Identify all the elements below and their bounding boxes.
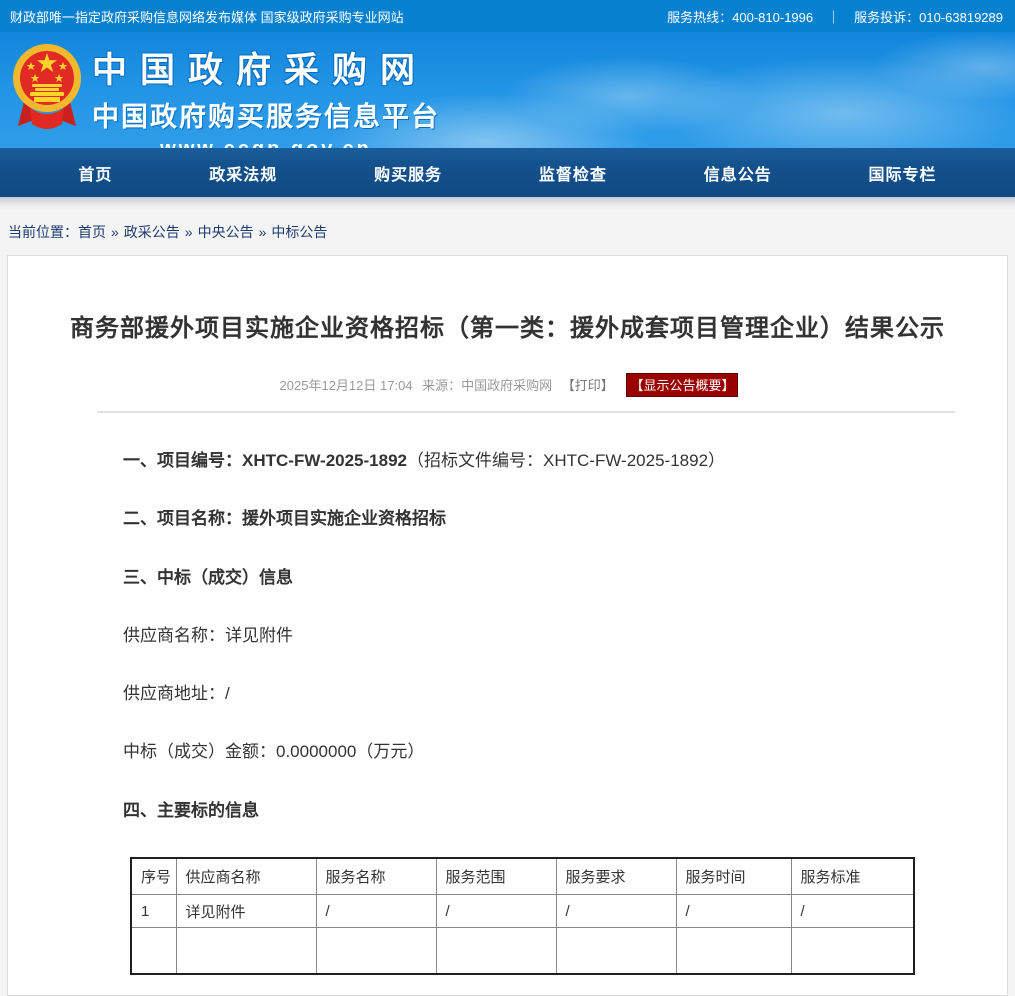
table-row: 1 详见附件 / / / / /	[131, 895, 914, 928]
cell-seq: 1	[131, 895, 176, 928]
col-header-service-name: 服务名称	[316, 858, 436, 895]
site-subtitle: 中国政府购买服务信息平台	[92, 95, 440, 134]
print-button[interactable]: 【打印】	[562, 378, 614, 393]
paragraph-supplier-address: 供应商地址：/	[123, 683, 947, 704]
article-body: 一、项目编号：XHTC-FW-2025-1892（招标文件编号：XHTC-FW-…	[8, 450, 1007, 975]
site-name: 中国政府采购网	[92, 42, 440, 93]
col-header-service-standard: 服务标准	[791, 858, 914, 895]
col-header-service-requirement: 服务要求	[556, 858, 676, 895]
breadcrumb-separator: »	[259, 224, 267, 240]
article-meta: 2025年12月12日 17:04 来源：中国政府采购网 【打印】 【显示公告概…	[8, 373, 1007, 397]
nav-item-announcements[interactable]: 信息公告	[704, 161, 772, 185]
breadcrumb-home[interactable]: 首页	[78, 224, 106, 240]
cell-service-requirement: /	[556, 895, 676, 928]
nav-shadow-strip	[0, 197, 1015, 210]
cell-service-scope: /	[436, 895, 556, 928]
nav-item-purchase-services[interactable]: 购买服务	[374, 161, 442, 185]
project-number-rest: （招标文件编号：XHTC-FW-2025-1892）	[407, 451, 725, 470]
cell-service-time: /	[676, 895, 791, 928]
nav-item-regulations[interactable]: 政采法规	[209, 161, 277, 185]
breadcrumb-separator: »	[111, 224, 119, 240]
paragraph-award-info-heading: 三、中标（成交）信息	[123, 567, 947, 588]
nav-item-supervision[interactable]: 监督检查	[539, 161, 607, 185]
cell-service-name	[316, 928, 436, 974]
paragraph-supplier-name: 供应商名称：详见附件	[123, 625, 947, 646]
nav-item-international[interactable]: 国际专栏	[869, 161, 937, 185]
cell-service-time	[676, 928, 791, 974]
project-number-bold: 一、项目编号：XHTC-FW-2025-1892	[123, 451, 407, 470]
page-title: 商务部援外项目实施企业资格招标（第一类：援外成套项目管理企业）结果公示	[8, 256, 1007, 343]
service-complaint: 服务投诉：010-63819289	[854, 7, 1003, 26]
show-summary-button[interactable]: 【显示公告概要】	[626, 373, 738, 397]
cell-seq	[131, 928, 176, 974]
lot-info-table: 序号 供应商名称 服务名称 服务范围 服务要求 服务时间 服务标准 1 详见附件…	[130, 857, 915, 975]
cell-service-scope	[436, 928, 556, 974]
site-slogan: 财政部唯一指定政府采购信息网络发布媒体 国家级政府采购专业网站	[10, 7, 404, 26]
col-header-service-time: 服务时间	[676, 858, 791, 895]
cell-supplier: 详见附件	[176, 895, 316, 928]
top-utility-bar: 财政部唯一指定政府采购信息网络发布媒体 国家级政府采购专业网站 服务热线：400…	[0, 0, 1015, 32]
meta-divider	[97, 411, 955, 413]
nav-item-home[interactable]: 首页	[78, 161, 112, 185]
breadcrumb-procurement-notices[interactable]: 政采公告	[124, 224, 180, 240]
paragraph-award-amount: 中标（成交）金额：0.0000000（万元）	[123, 741, 947, 762]
cell-service-requirement	[556, 928, 676, 974]
table-header-row: 序号 供应商名称 服务名称 服务范围 服务要求 服务时间 服务标准	[131, 858, 914, 895]
article-container: 商务部援外项目实施企业资格招标（第一类：援外成套项目管理企业）结果公示 2025…	[7, 255, 1008, 996]
paragraph-project-name: 二、项目名称：援外项目实施企业资格招标	[123, 508, 947, 529]
breadcrumb: 当前位置：首页»政采公告»中央公告»中标公告	[0, 210, 1015, 255]
col-header-seq: 序号	[131, 858, 176, 895]
table-row-empty	[131, 928, 914, 974]
breadcrumb-award-notices[interactable]: 中标公告	[271, 224, 327, 240]
cell-supplier	[176, 928, 316, 974]
breadcrumb-central-notices[interactable]: 中央公告	[198, 224, 254, 240]
service-hotline: 服务热线：400-810-1996	[667, 7, 813, 26]
paragraph-main-lot-heading: 四、主要标的信息	[123, 800, 947, 821]
site-url: www.ccgp.gov.cn	[92, 138, 440, 148]
cell-service-standard	[791, 928, 914, 974]
col-header-service-scope: 服务范围	[436, 858, 556, 895]
topbar-contacts: 服务热线：400-810-1996 ｜ 服务投诉：010-63819289	[667, 7, 1003, 26]
national-emblem-icon	[10, 40, 84, 141]
breadcrumb-separator: »	[185, 224, 193, 240]
site-header: 中国政府采购网 中国政府购买服务信息平台 www.ccgp.gov.cn	[0, 32, 1015, 148]
breadcrumb-prefix: 当前位置：	[8, 224, 78, 240]
main-nav: 首页 政采法规 购买服务 监督检查 信息公告 国际专栏	[0, 148, 1015, 197]
topbar-divider: ｜	[827, 7, 840, 26]
paragraph-project-number: 一、项目编号：XHTC-FW-2025-1892（招标文件编号：XHTC-FW-…	[123, 450, 947, 471]
site-title-block: 中国政府采购网 中国政府购买服务信息平台 www.ccgp.gov.cn	[92, 42, 440, 148]
article-source: 来源：中国政府采购网	[422, 378, 552, 393]
cell-service-name: /	[316, 895, 436, 928]
col-header-supplier: 供应商名称	[176, 858, 316, 895]
publish-date: 2025年12月12日 17:04	[280, 378, 413, 393]
cell-service-standard: /	[791, 895, 914, 928]
